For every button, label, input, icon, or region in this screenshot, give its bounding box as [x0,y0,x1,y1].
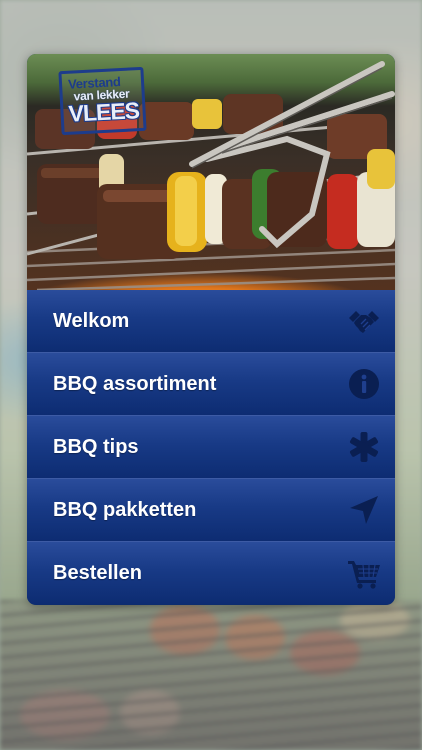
shopping-cart-icon [347,556,381,590]
navigation-arrow-icon [347,493,381,527]
menu-item-label: BBQ assortiment [53,373,217,395]
menu-item-bbq-pakketten[interactable]: BBQ pakketten [27,478,395,541]
menu-item-label: Bestellen [53,562,142,584]
menu-item-label: BBQ tips [53,436,139,458]
logo-line-3: VLEES [67,97,140,127]
menu-item-label: BBQ pakketten [53,499,197,521]
asterisk-icon [347,430,381,464]
verstand-van-lekker-vlees-logo: Verstand van lekker VLEES [58,66,147,136]
hero-image: Verstand van lekker VLEES [27,54,395,290]
menu-item-label: Welkom [53,310,130,332]
menu-item-welkom[interactable]: Welkom [27,290,395,352]
menu-item-bestellen[interactable]: Bestellen [27,541,395,604]
menu-item-bbq-assortiment[interactable]: BBQ assortiment [27,352,395,415]
main-card: Verstand van lekker VLEES Welkom BBQ ass… [27,54,395,605]
handshake-icon [347,304,381,338]
menu-item-bbq-tips[interactable]: BBQ tips [27,415,395,478]
main-menu: Welkom BBQ assortiment BBQ tips BBQ pakk… [27,290,395,604]
info-icon [347,367,381,401]
